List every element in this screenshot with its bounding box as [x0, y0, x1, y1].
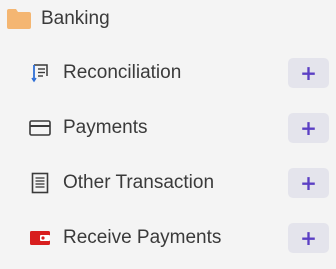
banking-section-header[interactable]: Banking [6, 6, 110, 32]
menu-item-payments[interactable]: Payments + [0, 108, 336, 148]
plus-icon: + [300, 61, 317, 85]
menu-item-reconciliation[interactable]: Reconciliation + [0, 53, 336, 93]
menu-item-label: Receive Payments [63, 227, 222, 248]
menu-item-other-transaction[interactable]: Other Transaction + [0, 163, 336, 203]
add-other-transaction-button[interactable]: + [288, 168, 329, 198]
add-reconciliation-button[interactable]: + [288, 58, 329, 88]
menu-item-receive-payments[interactable]: Receive Payments + [0, 218, 336, 258]
menu-item-label: Other Transaction [63, 172, 215, 193]
wallet-icon [29, 227, 51, 249]
folder-icon [6, 8, 32, 30]
card-icon [29, 117, 51, 139]
menu-item-label: Payments [63, 117, 148, 138]
plus-icon: + [300, 226, 317, 250]
plus-icon: + [300, 116, 317, 140]
plus-icon: + [300, 171, 317, 195]
reconciliation-icon [29, 62, 51, 84]
add-payment-button[interactable]: + [288, 113, 329, 143]
document-icon [29, 172, 51, 194]
add-receive-payment-button[interactable]: + [288, 223, 329, 253]
section-title: Banking [41, 8, 110, 29]
menu-item-label: Reconciliation [63, 62, 182, 83]
